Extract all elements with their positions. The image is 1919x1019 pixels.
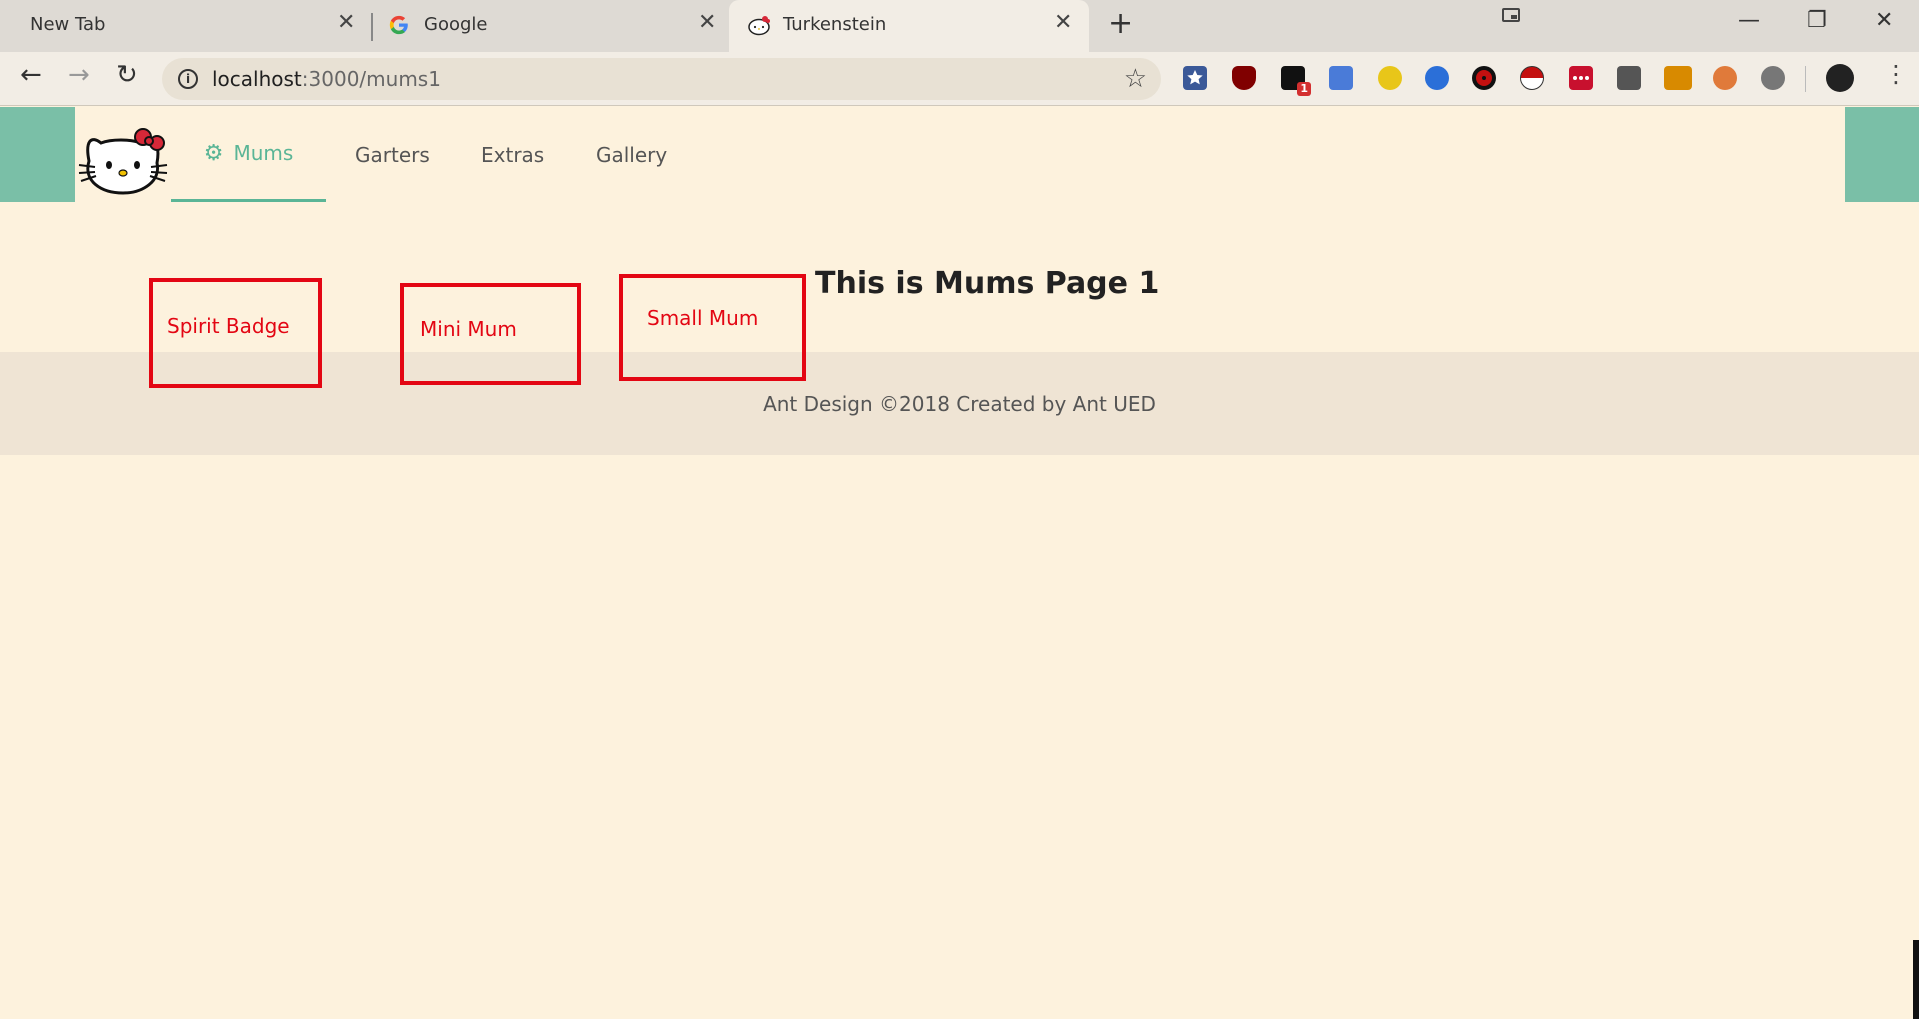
scrollbar-thumb[interactable] bbox=[1913, 940, 1919, 1019]
menu-item-gallery[interactable]: Gallery bbox=[596, 107, 667, 202]
star-extension-icon[interactable] bbox=[1183, 66, 1207, 90]
ublock-icon[interactable] bbox=[1232, 66, 1256, 90]
page-title: This is Mums Page 1 bbox=[815, 266, 1160, 301]
footer-text: Ant Design ©2018 Created by Ant UED bbox=[763, 392, 1156, 416]
bookmark-star-icon[interactable]: ☆ bbox=[1124, 64, 1147, 94]
small-mum-box[interactable]: Small Mum bbox=[619, 274, 806, 381]
browser-menu-icon[interactable]: ⋮ bbox=[1884, 62, 1908, 86]
menu-item-label: Garters bbox=[355, 142, 430, 167]
gear-icon: ⚙ bbox=[203, 140, 224, 166]
menu-item-label: Mums bbox=[233, 141, 294, 165]
profile-avatar[interactable] bbox=[1826, 64, 1854, 92]
header-inner: ⚙ Mums Garters Extras Gallery bbox=[75, 107, 1845, 202]
browser-tab-bar: New Tab ✕ Google ✕ Turkenstein ✕ + — ❐ ✕ bbox=[0, 0, 1919, 52]
sharingan-icon[interactable] bbox=[1472, 66, 1496, 90]
box-label: Spirit Badge bbox=[167, 314, 290, 338]
menu-item-garters[interactable]: Garters bbox=[355, 107, 430, 202]
close-icon[interactable]: ✕ bbox=[698, 12, 716, 34]
google-translate-icon[interactable] bbox=[1329, 66, 1353, 90]
url-path: :3000/mums1 bbox=[301, 67, 441, 91]
box-label: Mini Mum bbox=[420, 317, 517, 341]
firefox-relay-icon[interactable] bbox=[1425, 66, 1449, 90]
menu-item-label: Gallery bbox=[596, 142, 668, 167]
new-tab-button[interactable]: + bbox=[1108, 9, 1133, 39]
mini-mum-box[interactable]: Mini Mum bbox=[400, 283, 581, 385]
lastpass-icon[interactable] bbox=[1569, 66, 1593, 90]
tab-title: Turkenstein bbox=[783, 14, 887, 35]
close-icon[interactable]: ✕ bbox=[337, 12, 355, 34]
minimize-icon[interactable]: — bbox=[1738, 8, 1760, 33]
switch-extension-icon[interactable] bbox=[1617, 66, 1641, 90]
circle-extension-icon[interactable] bbox=[1378, 66, 1402, 90]
tab-new-tab[interactable]: New Tab ✕ bbox=[0, 0, 370, 52]
info-icon[interactable]: i bbox=[178, 69, 198, 89]
menu-item-extras[interactable]: Extras bbox=[481, 107, 544, 202]
box-label: Small Mum bbox=[647, 306, 759, 330]
tab-google[interactable]: Google ✕ bbox=[374, 0, 730, 52]
tab-title: Google bbox=[424, 14, 488, 35]
pokeball-icon[interactable] bbox=[1520, 66, 1544, 90]
restore-icon[interactable]: ❐ bbox=[1807, 8, 1827, 33]
tab-turkenstein[interactable]: Turkenstein ✕ bbox=[729, 0, 1089, 52]
menu-item-mums[interactable]: ⚙ Mums bbox=[171, 107, 326, 202]
tab-separator bbox=[371, 13, 373, 41]
cast-icon[interactable] bbox=[1502, 8, 1520, 22]
extension-badge: 1 bbox=[1297, 82, 1311, 96]
back-icon[interactable]: ← bbox=[20, 62, 42, 88]
tab-title: New Tab bbox=[30, 14, 106, 35]
google-icon bbox=[389, 15, 408, 35]
mts-extension-icon[interactable] bbox=[1664, 66, 1692, 90]
menu-item-label: Extras bbox=[481, 142, 545, 167]
forward-icon[interactable]: → bbox=[68, 62, 90, 88]
hello-kitty-logo[interactable] bbox=[77, 121, 169, 201]
spirit-badge-box[interactable]: Spirit Badge bbox=[149, 278, 322, 388]
page-header: ⚙ Mums Garters Extras Gallery bbox=[0, 107, 1919, 202]
address-bar[interactable]: i localhost:3000/mums1 ☆ bbox=[162, 58, 1161, 100]
glasses-extension-icon[interactable] bbox=[1713, 66, 1737, 90]
reload-icon[interactable]: ↻ bbox=[116, 62, 138, 88]
toolbar-divider bbox=[1805, 66, 1806, 92]
notification-extension-icon[interactable]: 1 bbox=[1281, 66, 1311, 96]
spotify-icon[interactable] bbox=[1761, 66, 1785, 90]
close-icon[interactable]: ✕ bbox=[1054, 12, 1072, 34]
hello-kitty-icon bbox=[748, 16, 770, 36]
window-close-icon[interactable]: ✕ bbox=[1875, 8, 1893, 33]
url-text[interactable]: localhost:3000/mums1 bbox=[212, 67, 441, 91]
url-host: localhost bbox=[212, 67, 302, 91]
